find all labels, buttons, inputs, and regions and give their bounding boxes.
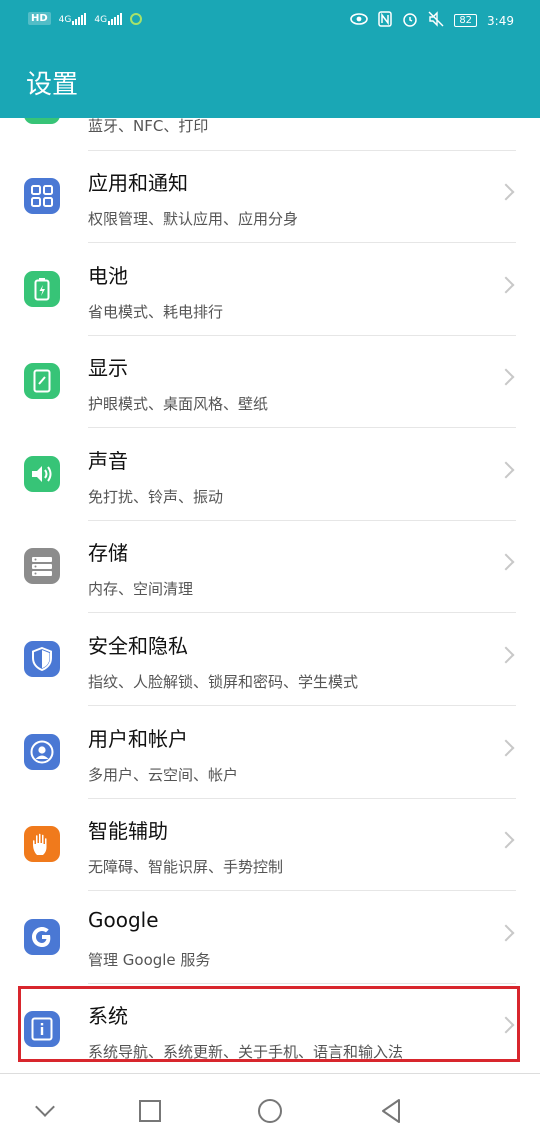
signal-icon-1: 4G [59,12,87,25]
storage-icon [24,548,60,585]
settings-item[interactable]: 用户和帐户多用户、云空间、帐户 [0,707,540,799]
settings-item[interactable]: 智能辅助无障碍、智能识屏、手势控制 [0,799,540,892]
mute-icon [428,11,444,30]
back-button[interactable] [376,1096,406,1126]
alarm-icon [402,11,418,30]
collapse-nav-button[interactable] [30,1096,60,1126]
chevron-right-icon [497,739,515,757]
list-item-connectivity[interactable]: 蓝牙、NFC、打印 [0,118,540,151]
item-title: 存储 [88,541,128,566]
header-bar: HD 4G 4G 82 3:49 设置 [0,0,540,118]
settings-item[interactable]: 显示护眼模式、桌面风格、壁纸 [0,336,540,429]
item-title: Google [88,907,159,932]
item-subtitle: 管理 Google 服务 [88,950,211,969]
circle-icon [258,1099,282,1123]
recents-button[interactable] [135,1096,165,1126]
chevron-right-icon [497,1016,515,1034]
item-subtitle: 无障碍、智能识屏、手势控制 [88,858,284,877]
home-button[interactable] [255,1096,285,1126]
item-subtitle: 指纹、人脸解锁、锁屏和密码、学生模式 [88,673,359,691]
chevron-right-icon [497,924,515,942]
item-title: 电池 [88,263,128,288]
back-triangle-icon [382,1099,400,1123]
apps-grid-icon [24,178,60,214]
chevron-right-icon [497,183,515,201]
speaker-icon [24,455,60,492]
info-icon [24,1011,60,1048]
item-subtitle: 系统导航、系统更新、关于手机、语言和输入法 [88,1043,404,1062]
item-title: 显示 [88,356,128,381]
chevron-right-icon [497,553,515,571]
item-subtitle: 免打扰、铃声、振动 [88,487,224,506]
nfc-icon [378,11,393,30]
google-icon [24,918,60,955]
hand-icon [24,826,60,863]
item-title: 应用和通知 [88,171,188,195]
chevron-down-icon [35,1097,55,1117]
item-subtitle: 蓝牙、NFC、打印 [88,118,209,135]
navigation-bar [0,1073,540,1141]
hd-indicator: HD [28,12,51,25]
item-title: 声音 [88,448,128,473]
settings-item[interactable]: 应用和通知权限管理、默认应用、应用分身 [0,151,540,243]
item-subtitle: 权限管理、默认应用、应用分身 [88,210,299,228]
battery-icon [24,270,60,307]
item-title: 智能辅助 [88,819,168,844]
item-title: 安全和隐私 [88,634,188,658]
battery-indicator: 82 [454,14,478,27]
chevron-right-icon [497,646,515,664]
chevron-right-icon [497,368,515,386]
eye-comfort-icon [350,13,369,28]
item-subtitle: 省电模式、耗电排行 [88,302,224,321]
settings-item[interactable]: 电池省电模式、耗电排行 [0,244,540,336]
shield-icon [24,641,60,677]
connectivity-icon [24,118,60,124]
item-subtitle: 多用户、云空间、帐户 [88,765,239,784]
chevron-right-icon [497,276,515,294]
settings-item[interactable]: Google 管理 Google 服务 [0,892,540,984]
item-title: 用户和帐户 [88,726,188,751]
chevron-right-icon [497,831,515,849]
settings-list[interactable]: 蓝牙、NFC、打印 应用和通知权限管理、默认应用、应用分身电池省电模式、耗电排行… [0,118,540,1073]
status-bar: HD 4G 4G 82 3:49 [0,0,540,44]
settings-item[interactable]: 安全和隐私指纹、人脸解锁、锁屏和密码、学生模式 [0,614,540,706]
user-icon [24,733,60,770]
wechat-notification-icon [130,12,143,25]
chevron-right-icon [497,461,515,479]
item-title: 系统 [88,1004,128,1029]
settings-item[interactable]: 存储 内存、空间清理 [0,521,540,614]
settings-item[interactable]: 声音免打扰、铃声、振动 [0,429,540,521]
item-subtitle: 护眼模式、桌面风格、壁纸 [88,395,269,414]
square-icon [139,1100,161,1122]
settings-item[interactable]: 系统系统导航、系统更新、关于手机、语言和输入法 [0,984,540,1073]
item-subtitle: 内存、空间清理 [88,580,194,599]
page-title: 设置 [26,70,79,100]
clock: 3:49 [487,13,514,28]
signal-icon-2: 4G [94,12,123,25]
display-icon [24,363,60,400]
